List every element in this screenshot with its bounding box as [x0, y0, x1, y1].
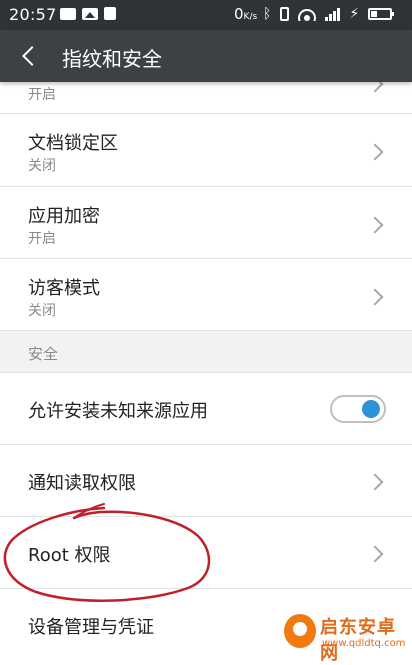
list-item-app-encryption[interactable]: 应用加密 开启 [0, 187, 412, 259]
list-item-guest-mode[interactable]: 访客模式 关闭 [0, 259, 412, 331]
status-bar: 20:57 0K/s ᛒ ⚡ [0, 0, 412, 30]
section-header-label: 安全 [28, 345, 59, 363]
watermark: 启东安卓网 www.qdldtq.com [284, 612, 410, 664]
list-item-title: Root 权限 [28, 545, 111, 566]
status-time: 20:57 [9, 5, 57, 24]
chevron-right-icon [366, 473, 384, 491]
list-item-notification-access[interactable]: 通知读取权限 [0, 445, 412, 517]
chevron-left-icon [22, 46, 42, 66]
net-speed-unit: K/s [243, 12, 258, 22]
notification-icons [60, 7, 116, 20]
battery-icon [368, 8, 395, 20]
chevron-right-icon [366, 216, 384, 234]
vibrate-icon [280, 7, 290, 21]
list-item-partial[interactable]: 开启 [0, 75, 412, 114]
page-title: 指纹和安全 [62, 47, 162, 71]
watermark-logo-icon [284, 614, 316, 648]
net-speed-value: 0 [234, 5, 244, 23]
list-item-title: 通知读取权限 [28, 473, 136, 494]
list-item-root-permission[interactable]: Root 权限 [0, 517, 412, 589]
image-icon [82, 8, 98, 20]
list-item-subtitle: 关闭 [28, 158, 56, 174]
wifi-icon [298, 7, 317, 21]
list-item-title: 设备管理与凭证 [28, 617, 154, 638]
bluetooth-icon: ᛒ [263, 6, 272, 22]
list-item-document-lock[interactable]: 文档锁定区 关闭 [0, 114, 412, 187]
list-item-title: 允许安装未知来源应用 [28, 401, 208, 422]
net-speed: 0K/s [234, 5, 257, 23]
toggle-knob [362, 400, 380, 418]
charging-icon: ⚡ [349, 6, 360, 22]
chevron-right-icon [366, 143, 384, 161]
signal-icon [325, 7, 341, 21]
list-item-title: 访客模式 [28, 278, 100, 299]
app-bar: 指纹和安全 [0, 30, 412, 82]
list-item-title: 应用加密 [28, 206, 100, 227]
unknown-sources-toggle[interactable] [330, 395, 386, 423]
message-icon [60, 8, 76, 20]
lock-icon [104, 7, 116, 20]
settings-list: 开启 文档锁定区 关闭 应用加密 开启 访客模式 关闭 安全 允许安装未知来源应… [0, 75, 412, 661]
back-button[interactable] [14, 40, 46, 72]
list-item-subtitle: 开启 [28, 231, 56, 247]
list-item-unknown-sources[interactable]: 允许安装未知来源应用 [0, 373, 412, 445]
chevron-right-icon [366, 288, 384, 306]
watermark-url: www.qdldtq.com [322, 638, 406, 649]
list-item-title: 文档锁定区 [28, 133, 118, 154]
system-icons: ᛒ ⚡ [263, 6, 395, 22]
section-header-security: 安全 [0, 331, 412, 373]
chevron-right-icon [366, 545, 384, 563]
list-item-subtitle: 开启 [28, 87, 56, 103]
list-item-subtitle: 关闭 [28, 303, 56, 319]
